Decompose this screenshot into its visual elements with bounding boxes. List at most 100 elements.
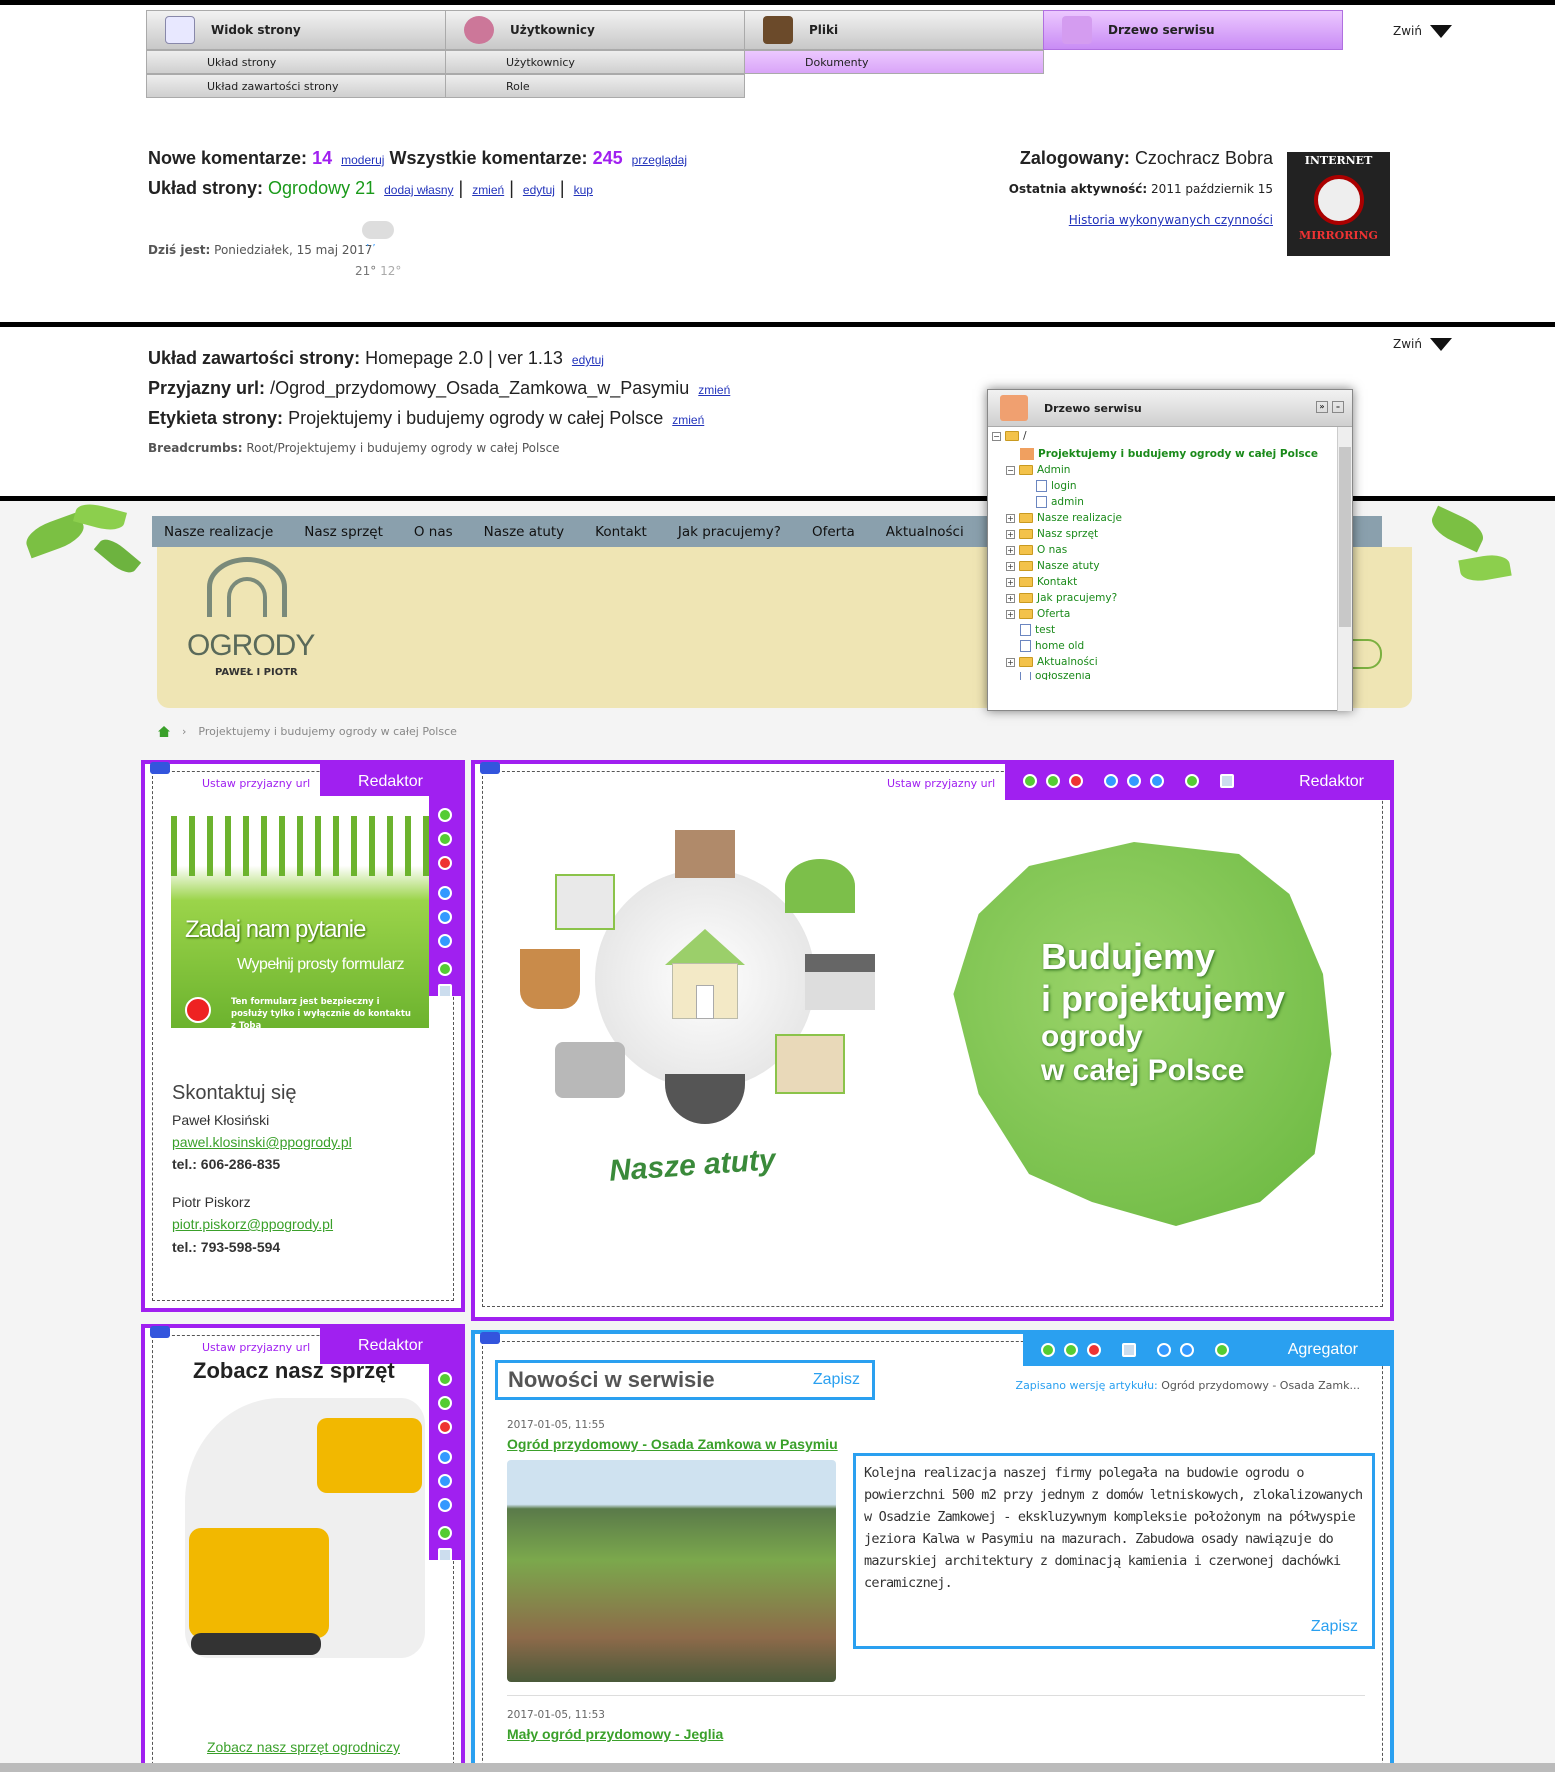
- question-banner[interactable]: Zadaj nam pytanie Wypełnij prosty formul…: [171, 796, 429, 1028]
- delete-icon[interactable]: [438, 856, 452, 870]
- tree-item-aktualnosci[interactable]: + Aktualności: [1006, 656, 1098, 668]
- drag-handle-icon[interactable]: [150, 762, 170, 774]
- settings-icon[interactable]: [438, 1474, 452, 1488]
- info-icon[interactable]: [438, 886, 452, 900]
- edit-layout-link[interactable]: edytuj: [523, 183, 555, 197]
- home-icon[interactable]: [158, 726, 170, 737]
- delete-icon[interactable]: [1087, 1343, 1101, 1357]
- save-text-button[interactable]: Zapisz: [1311, 1618, 1358, 1636]
- news-title-input[interactable]: Nowości w serwisie: [508, 1367, 715, 1393]
- config-icon[interactable]: [1150, 774, 1164, 788]
- add-icon[interactable]: [438, 808, 452, 822]
- browse-link[interactable]: przeglądaj: [632, 153, 687, 167]
- document-icon[interactable]: [438, 984, 452, 998]
- refresh-icon[interactable]: [438, 962, 452, 976]
- collapse-button-2[interactable]: Zwiń: [1393, 337, 1452, 351]
- nav-aktualnosci[interactable]: Aktualności: [886, 524, 964, 540]
- tree-item-oferta[interactable]: + Oferta: [1006, 608, 1070, 620]
- tree-scrollbar[interactable]: [1337, 427, 1352, 711]
- set-url-link[interactable]: Ustaw przyjazny url: [202, 1341, 310, 1354]
- tree-item-realizacje[interactable]: + Nasze realizacje: [1006, 512, 1122, 524]
- tree-item-atuty[interactable]: + Nasze atuty: [1006, 560, 1100, 572]
- news-text-editor[interactable]: Kolejna realizacja naszej firmy polegała…: [853, 1453, 1375, 1649]
- subtab-uklad-zawartosci[interactable]: Układ zawartości strony: [146, 74, 446, 98]
- collapse-button[interactable]: Zwiń: [1393, 24, 1452, 38]
- news-title-1[interactable]: Ogród przydomowy - Osada Zamkowa w Pasym…: [507, 1436, 838, 1452]
- info-icon[interactable]: [438, 1450, 452, 1464]
- save-title-button[interactable]: Zapisz: [813, 1371, 860, 1389]
- moderate-link[interactable]: moderuj: [341, 153, 384, 167]
- minimize-icon[interactable]: –: [1332, 401, 1344, 413]
- delete-icon[interactable]: [1069, 774, 1083, 788]
- buy-link[interactable]: kup: [574, 183, 593, 197]
- refresh-icon[interactable]: [438, 1526, 452, 1540]
- news-image-1[interactable]: [507, 1460, 836, 1682]
- subtab-uklad-strony[interactable]: Układ strony: [146, 50, 446, 74]
- move-icon[interactable]: [438, 1396, 452, 1410]
- change-layout-link[interactable]: zmień: [472, 183, 504, 197]
- contact-email-2[interactable]: piotr.piskorz@ppogrody.pl: [172, 1216, 333, 1232]
- document-icon[interactable]: [1220, 774, 1234, 788]
- nav-onas[interactable]: O nas: [414, 524, 453, 540]
- add-icon[interactable]: [1023, 774, 1037, 788]
- refresh-icon[interactable]: [1185, 774, 1199, 788]
- config-icon[interactable]: [438, 934, 452, 948]
- config-icon[interactable]: [1180, 1343, 1194, 1357]
- tree-item-home[interactable]: Projektujemy i budujemy ogrody w całej P…: [1020, 448, 1318, 460]
- nav-kontakt[interactable]: Kontakt: [595, 524, 647, 540]
- set-url-link[interactable]: Ustaw przyjazny url: [202, 777, 310, 790]
- tree-item-kontakt[interactable]: + Kontakt: [1006, 576, 1077, 588]
- set-url-link[interactable]: Ustaw przyjazny url: [887, 777, 995, 790]
- delete-icon[interactable]: [438, 1420, 452, 1434]
- tree-item-home-old[interactable]: home old: [1020, 640, 1084, 652]
- drag-handle-icon[interactable]: [480, 1332, 500, 1344]
- subtab-uzytkownicy[interactable]: Użytkownicy: [445, 50, 745, 74]
- move-icon[interactable]: [1046, 774, 1060, 788]
- refresh-icon[interactable]: [1215, 1343, 1229, 1357]
- document-icon[interactable]: [438, 1548, 452, 1562]
- list-icon[interactable]: [1122, 1343, 1136, 1357]
- tree-item-admin[interactable]: − Admin: [1006, 464, 1070, 476]
- change-url-link[interactable]: zmień: [698, 383, 730, 397]
- tab-uzytkownicy[interactable]: Użytkownicy: [445, 10, 745, 50]
- tree-item-login[interactable]: login: [1036, 480, 1077, 492]
- tree-root[interactable]: − /: [992, 430, 1027, 442]
- edit-content-layout-link[interactable]: edytuj: [572, 353, 604, 367]
- add-icon[interactable]: [1041, 1343, 1055, 1357]
- tab-widok-strony[interactable]: Widok strony: [146, 10, 446, 50]
- contact-email-1[interactable]: pawel.klosinski@ppogrody.pl: [172, 1134, 352, 1150]
- tree-item-ogloszenia[interactable]: ogłoszenia: [1020, 672, 1091, 680]
- drag-handle-icon[interactable]: [150, 1326, 170, 1338]
- move-icon[interactable]: [1064, 1343, 1078, 1357]
- change-label-link[interactable]: zmień: [672, 413, 704, 427]
- settings-icon[interactable]: [1157, 1343, 1171, 1357]
- news-title-2[interactable]: Mały ogród przydomowy - Jeglia: [507, 1726, 723, 1742]
- tree-item-sprzet[interactable]: + Nasz sprzęt: [1006, 528, 1098, 540]
- news-text-1[interactable]: Kolejna realizacja naszej firmy polegała…: [864, 1462, 1364, 1594]
- nav-sprzet[interactable]: Nasz sprzęt: [304, 524, 383, 540]
- config-icon[interactable]: [438, 1498, 452, 1512]
- settings-icon[interactable]: [1127, 774, 1141, 788]
- tree-item-test[interactable]: test: [1020, 624, 1055, 636]
- tree-item-onas[interactable]: + O nas: [1006, 544, 1067, 556]
- add-icon[interactable]: [438, 1372, 452, 1386]
- nav-oferta[interactable]: Oferta: [812, 524, 855, 540]
- tab-drzewo-serwisu[interactable]: Drzewo serwisu: [1043, 10, 1343, 50]
- equipment-link[interactable]: Zobacz nasz sprzęt ogrodniczy: [207, 1739, 400, 1755]
- info-icon[interactable]: [1104, 774, 1118, 788]
- history-link[interactable]: Historia wykonywanych czynności: [1069, 213, 1273, 227]
- tab-pliki[interactable]: Pliki: [744, 10, 1044, 50]
- move-icon[interactable]: [438, 832, 452, 846]
- tree-item-admin-page[interactable]: admin: [1036, 496, 1084, 508]
- nav-atuty[interactable]: Nasze atuty: [484, 524, 565, 540]
- add-own-link[interactable]: dodaj własny: [384, 183, 453, 197]
- tree-item-jak[interactable]: + Jak pracujemy?: [1006, 592, 1117, 604]
- settings-icon[interactable]: [438, 910, 452, 924]
- subtab-role[interactable]: Role: [445, 74, 745, 98]
- expand-icon[interactable]: »: [1316, 401, 1328, 413]
- editor-tag[interactable]: Redaktor: [320, 764, 461, 800]
- site-tree-header[interactable]: Drzewo serwisu » –: [988, 390, 1352, 427]
- nav-realizacje[interactable]: Nasze realizacje: [164, 524, 273, 540]
- subtab-dokumenty[interactable]: Dokumenty: [744, 50, 1044, 74]
- news-title-editor[interactable]: Nowości w serwisie Zapisz: [495, 1360, 875, 1400]
